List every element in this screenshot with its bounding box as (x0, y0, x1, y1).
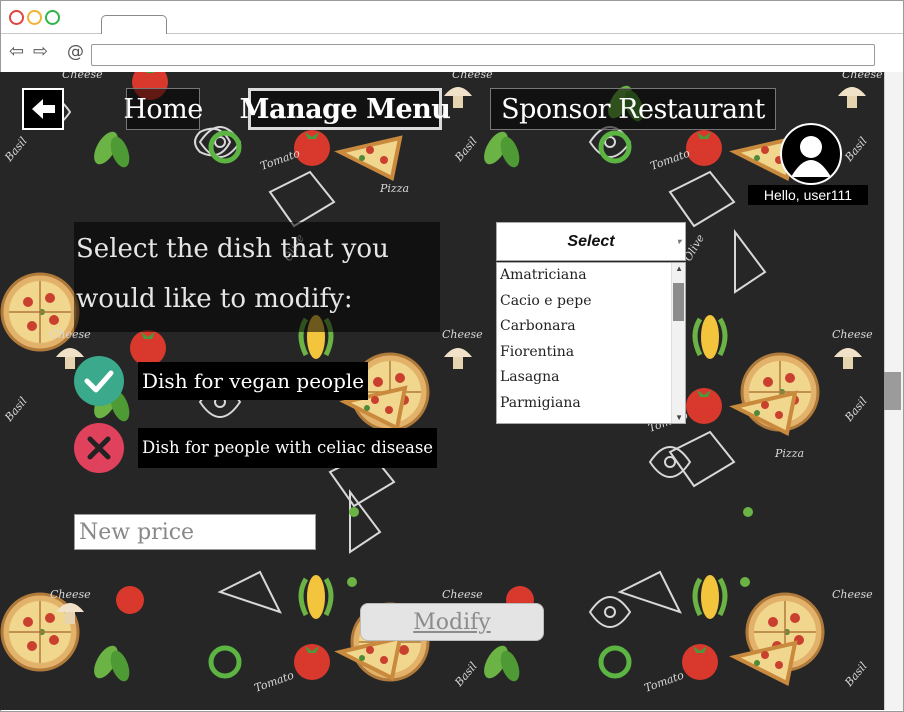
close-window-icon[interactable] (9, 10, 24, 25)
new-price-input[interactable] (74, 514, 316, 550)
dropdown-caret-icon: ▾ (676, 237, 681, 246)
svg-text:Tomato: Tomato (643, 668, 686, 694)
modify-button[interactable]: Modify (360, 603, 544, 641)
svg-text:Basil: Basil (842, 394, 870, 424)
user-icon (791, 136, 831, 177)
dish-option[interactable]: Carbonara (497, 314, 685, 340)
svg-text:Cheese: Cheese (842, 72, 883, 81)
back-button[interactable] (22, 88, 64, 130)
svg-text:Cheese: Cheese (452, 72, 493, 81)
dish-select-label: Select (567, 232, 615, 250)
dish-select-prompt: Select the dish that you would like to m… (74, 222, 440, 332)
dish-select-dropdown[interactable]: Select ▾ (496, 222, 686, 261)
url-bar[interactable] (91, 44, 875, 66)
svg-text:Basil: Basil (2, 134, 30, 164)
dish-option[interactable]: Amatriciana (497, 263, 685, 289)
svg-text:Cheese: Cheese (442, 328, 483, 341)
browser-nav-bar: ⇦ ⇨ @ (1, 34, 903, 73)
forward-arrow-icon[interactable]: ⇨ (33, 43, 48, 61)
svg-text:Basil: Basil (452, 659, 480, 689)
dish-option[interactable]: Parmigiana (497, 391, 685, 417)
check-icon[interactable] (74, 356, 124, 406)
dish-list-scroll-thumb[interactable] (673, 283, 684, 321)
page-scrollbar-thumb[interactable] (884, 372, 901, 410)
minimize-window-icon[interactable] (27, 10, 42, 25)
nav-manage-menu[interactable]: Manage Menu (240, 88, 451, 130)
svg-text:Tomato: Tomato (259, 146, 302, 172)
svg-text:Cheese: Cheese (50, 588, 91, 601)
vegan-label: Dish for vegan people (138, 362, 369, 400)
svg-text:Basil: Basil (2, 394, 30, 424)
prompt-line-1: Select the dish that you (76, 234, 389, 264)
back-arrow-icon[interactable]: ⇦ (9, 43, 24, 61)
dish-list[interactable]: Amatriciana Cacio e pepe Carbonara Fiore… (496, 262, 686, 424)
browser-tab[interactable] (101, 15, 167, 34)
prompt-line-2: would like to modify: (76, 284, 353, 314)
nav-home[interactable]: Home (123, 88, 203, 130)
svg-text:Basil: Basil (842, 659, 870, 689)
svg-text:Pizza: Pizza (379, 182, 409, 195)
scroll-up-icon[interactable]: ▲ (675, 264, 683, 273)
maximize-window-icon[interactable] (45, 10, 60, 25)
user-greeting: Hello, user111 (748, 185, 868, 205)
svg-text:Cheese: Cheese (832, 328, 873, 341)
left-arrow-icon (32, 99, 55, 119)
svg-text:Tomato: Tomato (649, 146, 692, 172)
title-bar (1, 1, 903, 34)
scroll-down-icon[interactable]: ▼ (675, 413, 683, 422)
celiac-option[interactable]: Dish for people with celiac disease (74, 423, 438, 473)
dish-option[interactable]: Fiorentina (497, 340, 685, 366)
svg-text:Pizza: Pizza (774, 447, 804, 460)
svg-text:Cheese: Cheese (442, 588, 483, 601)
cross-icon[interactable] (74, 423, 124, 473)
vegan-option[interactable]: Dish for vegan people (74, 356, 369, 406)
svg-text:Basil: Basil (842, 134, 870, 164)
dish-option[interactable]: Cacio e pepe (497, 289, 685, 315)
svg-text:Basil: Basil (452, 134, 480, 164)
dish-list-scrollbar[interactable]: ▲ ▼ (671, 263, 685, 423)
celiac-label: Dish for people with celiac disease (138, 428, 438, 468)
svg-text:Cheese: Cheese (62, 72, 103, 81)
user-avatar[interactable] (780, 123, 842, 185)
dish-option[interactable]: Lasagna (497, 365, 685, 391)
nav-sponsor-restaurant[interactable]: Sponsor Restaurant (490, 88, 776, 130)
svg-text:Cheese: Cheese (832, 588, 873, 601)
svg-text:Tomato: Tomato (253, 668, 296, 694)
reload-icon[interactable]: @ (67, 43, 84, 61)
